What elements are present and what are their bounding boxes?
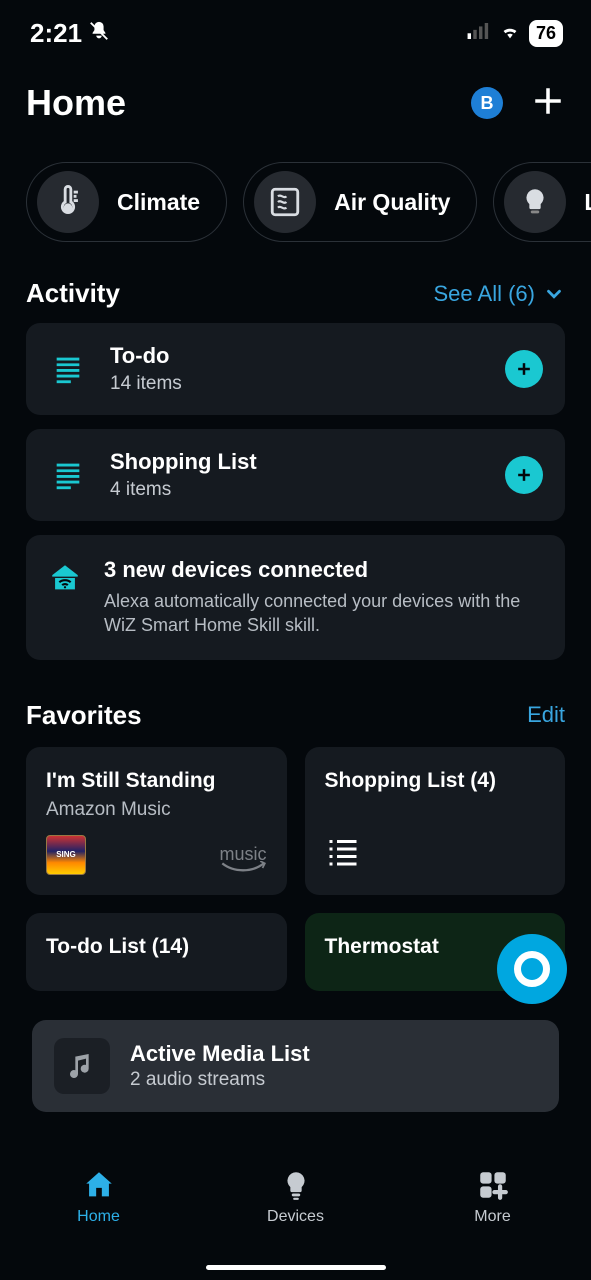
- chip-label: Air Quality: [334, 189, 450, 216]
- music-logo-text: music: [219, 848, 266, 861]
- status-right: 76: [467, 20, 563, 47]
- add-todo-button[interactable]: [505, 350, 543, 388]
- favorites-section-head: Favorites Edit: [0, 660, 591, 747]
- nav-label: Home: [77, 1208, 120, 1226]
- add-shopping-button[interactable]: [505, 456, 543, 494]
- list-icon: [48, 352, 88, 386]
- activity-card-shopping[interactable]: Shopping List 4 items: [26, 429, 565, 521]
- list-icon: [48, 458, 88, 492]
- album-art-icon: SING: [46, 835, 86, 875]
- media-sub: 2 audio streams: [130, 1069, 310, 1091]
- home-icon: [82, 1168, 116, 1202]
- favorite-title: Thermostat: [325, 935, 439, 958]
- list-icon: [325, 834, 361, 875]
- alexa-button[interactable]: [497, 934, 567, 1004]
- nav-more[interactable]: More: [423, 1168, 563, 1226]
- silent-icon: [88, 18, 110, 49]
- favorite-card-music[interactable]: I'm Still Standing Amazon Music SING mus…: [26, 747, 287, 895]
- chevron-down-icon: [543, 283, 565, 305]
- chip-climate[interactable]: Climate: [26, 162, 227, 242]
- device-notice-card[interactable]: 3 new devices connected Alexa automatica…: [26, 535, 565, 660]
- see-all-text: See All (6): [434, 281, 536, 307]
- active-media-banner[interactable]: Active Media List 2 audio streams: [32, 1020, 559, 1112]
- favorite-card-todo[interactable]: To-do List (14): [26, 913, 287, 991]
- media-title: Active Media List: [130, 1041, 310, 1067]
- home-connect-icon: [48, 557, 82, 638]
- cellular-icon: [467, 23, 491, 44]
- page-title: Home: [26, 82, 126, 124]
- chip-label: Ligh: [584, 189, 591, 216]
- favorite-sub: Amazon Music: [46, 799, 267, 821]
- chip-air-quality[interactable]: Air Quality: [243, 162, 477, 242]
- activity-list: To-do 14 items Shopping List 4 items 3 n…: [0, 323, 591, 660]
- profile-avatar[interactable]: B: [471, 87, 503, 119]
- amazon-music-icon: music: [219, 848, 266, 875]
- status-bar: 2:21 76: [0, 0, 591, 60]
- favorite-title: I'm Still Standing: [46, 769, 267, 793]
- activity-sub: 14 items: [110, 373, 483, 395]
- category-chips[interactable]: Climate Air Quality Ligh: [0, 134, 591, 270]
- status-left: 2:21: [30, 18, 110, 49]
- notice-body: Alexa automatically connected your devic…: [104, 589, 543, 638]
- edit-link[interactable]: Edit: [527, 702, 565, 728]
- chip-lights[interactable]: Ligh: [493, 162, 591, 242]
- activity-heading: Activity: [26, 278, 120, 309]
- favorite-title: Shopping List (4): [325, 769, 546, 793]
- wifi-icon: [499, 20, 521, 47]
- notice-title: 3 new devices connected: [104, 557, 543, 583]
- favorite-card-shopping[interactable]: Shopping List (4): [305, 747, 566, 895]
- nav-label: More: [474, 1208, 510, 1226]
- home-indicator[interactable]: [206, 1265, 386, 1270]
- music-note-icon: [54, 1038, 110, 1094]
- more-grid-icon: [476, 1168, 510, 1202]
- activity-title: Shopping List: [110, 449, 483, 475]
- see-all-link[interactable]: See All (6): [434, 281, 566, 307]
- activity-sub: 4 items: [110, 479, 483, 501]
- bulb-icon: [504, 171, 566, 233]
- nav-label: Devices: [267, 1208, 324, 1226]
- activity-section-head: Activity See All (6): [0, 270, 591, 323]
- activity-title: To-do: [110, 343, 483, 369]
- page-header: Home B: [0, 60, 591, 134]
- nav-devices[interactable]: Devices: [226, 1168, 366, 1226]
- alexa-ring-icon: [514, 951, 550, 987]
- battery-level: 76: [529, 20, 563, 47]
- chip-label: Climate: [117, 189, 200, 216]
- bulb-icon: [279, 1168, 313, 1202]
- add-button[interactable]: [531, 84, 565, 123]
- status-time: 2:21: [30, 18, 82, 49]
- air-quality-icon: [254, 171, 316, 233]
- activity-card-todo[interactable]: To-do 14 items: [26, 323, 565, 415]
- nav-home[interactable]: Home: [29, 1168, 169, 1226]
- thermometer-icon: [37, 171, 99, 233]
- bottom-nav: Home Devices More: [0, 1154, 591, 1280]
- favorite-title: To-do List (14): [46, 935, 189, 958]
- favorites-heading: Favorites: [26, 700, 142, 731]
